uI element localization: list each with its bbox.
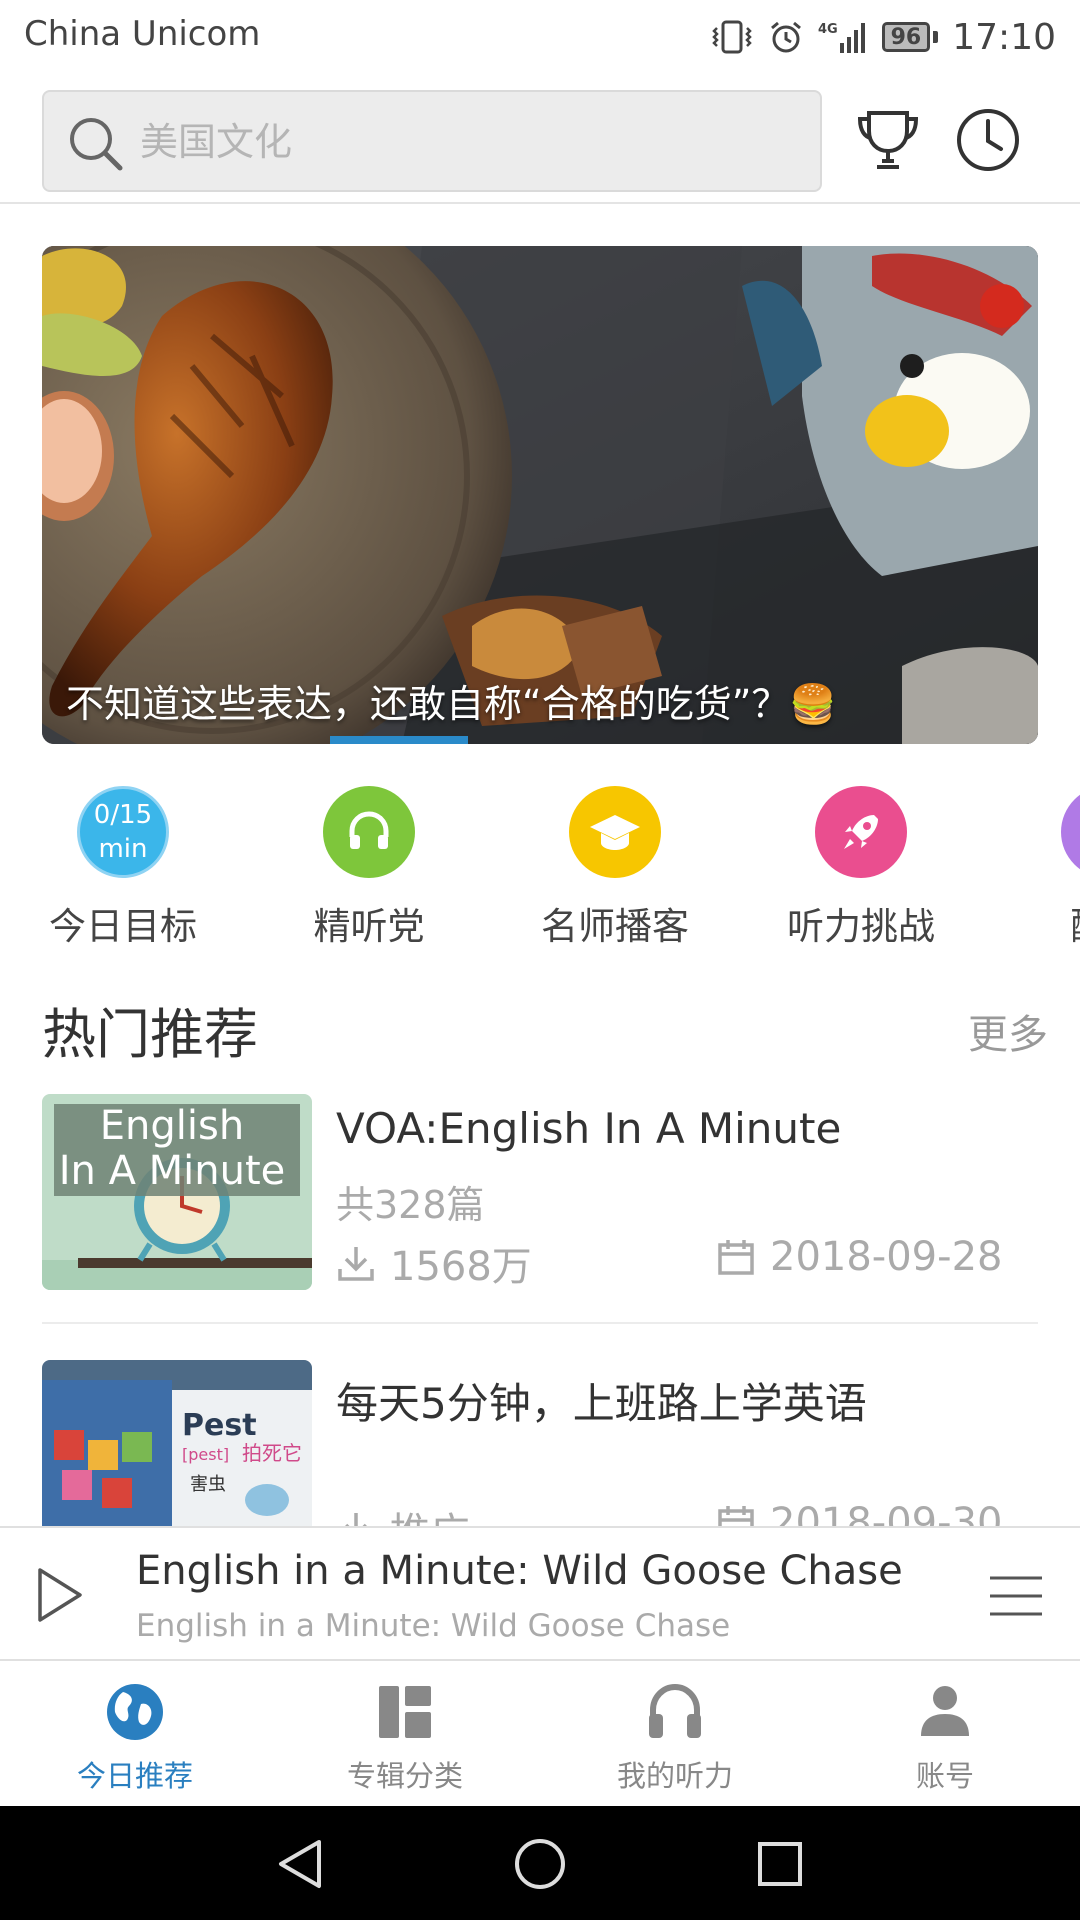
playlist-menu-icon[interactable] — [988, 1574, 1044, 1622]
banner-image — [42, 246, 1038, 744]
list-clip: Pest [pest] 拍死它 害虫 每天5分钟，上班路上学英语 推广 2018… — [0, 1340, 1080, 1526]
tab-account[interactable]: 账号 — [810, 1661, 1080, 1806]
thumbnail-cn-caption: 拍死它 — [242, 1441, 302, 1465]
thumbnail-title-line1: English — [100, 1103, 244, 1149]
goal-progress-value: 0/15 — [93, 800, 153, 830]
play-icon[interactable] — [34, 1566, 84, 1628]
tab-today-recommend[interactable]: 今日推荐 — [0, 1661, 270, 1806]
network-type-label: 4G — [818, 22, 838, 37]
list-item[interactable]: Pest [pest] 拍死它 害虫 每天5分钟，上班路上学英语 推广 2018… — [42, 1360, 1038, 1526]
tab-label: 账号 — [915, 1759, 974, 1793]
goal-progress-text: 0/15 min — [94, 798, 152, 866]
app-screen: China Unicom 4G 96 17:10 美国文化 不知道这些表达，还敢… — [0, 0, 1080, 1920]
download-count: 1568万 — [336, 1234, 532, 1292]
mini-player[interactable]: English in a Minute: Wild Goose Chase En… — [0, 1526, 1080, 1661]
tab-label: 专辑分类 — [346, 1759, 463, 1793]
list-item[interactable]: English In A Minute VOA:English In A Min… — [42, 1094, 1038, 1290]
thumbnail-word: Pest — [182, 1408, 257, 1443]
tab-album-category[interactable]: 专辑分类 — [270, 1661, 540, 1806]
quick-entry-dubbing[interactable]: 配音 — [1007, 786, 1080, 946]
update-date-value: 2018-09-28 — [770, 1234, 1003, 1280]
history-clock-icon[interactable] — [952, 104, 1024, 176]
dubbing-icon — [1061, 786, 1080, 878]
search-box[interactable] — [42, 90, 822, 192]
back-icon[interactable] — [270, 1834, 330, 1894]
search-icon — [66, 114, 126, 178]
banner-page-indicator — [330, 736, 468, 744]
alarm-icon — [768, 19, 804, 55]
player-track-title: English in a Minute: Wild Goose Chase — [136, 1548, 903, 1594]
player-track-subtitle: English in a Minute: Wild Goose Chase — [136, 1608, 731, 1644]
album-meta: 1568万 2018-09-28 — [336, 1234, 1036, 1290]
album-episode-count: 共328篇 — [336, 1183, 485, 1227]
list-divider — [42, 1322, 1038, 1324]
album-title: VOA:English In A Minute — [336, 1104, 842, 1153]
thumbnail-title-line2: In A Minute — [59, 1148, 286, 1194]
quick-entry-row: 0/15 min 今日目标 精听党 名师播客 听力挑战 — [0, 786, 1080, 946]
tab-my-listening[interactable]: 我的听力 — [540, 1661, 810, 1806]
banner-caption: 不知道这些表达，还敢自称“合格的吃货”？🍔 — [66, 682, 837, 726]
quick-entry-label: 配音 — [1007, 896, 1080, 946]
signal-icon: 4G — [818, 19, 868, 55]
download-count: 推广 — [336, 1500, 470, 1526]
calendar-icon — [718, 1506, 754, 1526]
section-more-link[interactable]: 更多 — [968, 1002, 1048, 1060]
goal-progress-unit: min — [98, 834, 148, 864]
quick-entry-label: 精听党 — [313, 905, 425, 946]
battery-indicator: 96 — [881, 22, 931, 52]
status-bar: China Unicom 4G 96 17:10 — [0, 0, 1080, 74]
quick-entry-daily-goal[interactable]: 0/15 min 今日目标 — [23, 786, 223, 946]
graduation-cap-icon — [569, 786, 661, 878]
category-icon — [370, 1677, 440, 1747]
download-icon — [345, 1513, 367, 1526]
album-thumbnail: English In A Minute — [42, 1094, 312, 1290]
search-header — [0, 74, 1080, 204]
rocket-icon — [815, 786, 907, 878]
update-date: 2018-09-28 — [716, 1234, 1002, 1280]
tab-label: 今日推荐 — [76, 1759, 193, 1793]
quick-entry-label: 听力挑战 — [787, 905, 935, 946]
search-input[interactable] — [140, 112, 800, 172]
quick-entry-teacher-podcast[interactable]: 名师播客 — [515, 786, 715, 946]
recent-apps-icon[interactable] — [750, 1834, 810, 1894]
thumbnail-phonetic: [pest] — [182, 1445, 229, 1464]
banner-carousel[interactable]: 不知道这些表达，还敢自称“合格的吃货”？🍔 — [42, 246, 1038, 744]
user-icon — [910, 1677, 980, 1747]
bottom-nav: 今日推荐 专辑分类 我的听力 账号 — [0, 1661, 1080, 1806]
vibrate-icon — [710, 19, 754, 55]
goal-progress-circle: 0/15 min — [77, 786, 169, 878]
quick-entry-intensive-listening[interactable]: 精听党 — [269, 786, 469, 946]
section-title: 热门推荐 — [42, 1003, 258, 1066]
album-thumbnail: Pest [pest] 拍死它 害虫 — [42, 1360, 312, 1526]
quick-entry-label: 名师播客 — [541, 905, 689, 946]
album-meta: 推广 2018-09-30 — [336, 1500, 1036, 1526]
status-time: 17:10 — [952, 16, 1056, 58]
status-icons: 4G 96 17:10 — [710, 12, 1056, 62]
battery-tip — [933, 31, 939, 43]
carrier-name: China Unicom — [24, 14, 261, 54]
update-date: 2018-09-30 — [716, 1500, 1002, 1526]
headphones-icon — [640, 1677, 710, 1747]
quick-entry-label: 今日目标 — [49, 905, 197, 946]
home-icon[interactable] — [510, 1834, 570, 1894]
album-title: 每天5分钟，上班路上学英语 — [336, 1379, 867, 1428]
headphones-icon — [323, 786, 415, 878]
system-nav-bar — [0, 1806, 1080, 1920]
tab-label: 我的听力 — [616, 1759, 733, 1793]
quick-entry-listening-challenge[interactable]: 听力挑战 — [761, 786, 961, 946]
download-icon — [338, 1247, 374, 1281]
download-count-value: 1568万 — [390, 1244, 532, 1290]
globe-icon — [100, 1677, 170, 1747]
trophy-icon[interactable] — [852, 104, 924, 176]
calendar-icon — [718, 1240, 754, 1275]
thumbnail-cn-meaning: 害虫 — [190, 1474, 226, 1495]
update-date-value: 2018-09-30 — [770, 1500, 1003, 1526]
download-count-value: 推广 — [390, 1500, 470, 1526]
